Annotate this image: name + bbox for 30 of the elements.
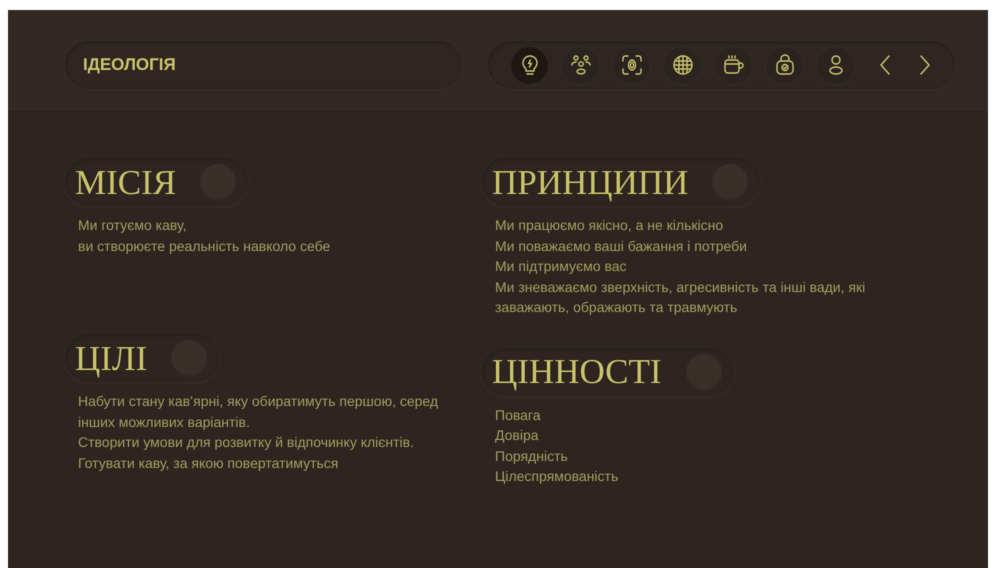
nav-button[interactable]	[766, 46, 803, 84]
nav-button[interactable]	[511, 46, 548, 84]
section-text: Набути стану кав’ярні, яку обиратимуть першою, серед інших можливих варіантів.	[78, 392, 440, 432]
section-text: Ми готуємо каву,	[78, 216, 188, 235]
section-text: ви створюєте реальність навколо себе	[78, 236, 332, 256]
section-text: Ми поважаємо ваші бажання і потреби	[495, 236, 748, 256]
section-title: ПРИНЦИПИ	[492, 164, 688, 200]
face-scan-icon	[620, 53, 644, 77]
nav-button[interactable]	[613, 46, 650, 84]
section-text: Створити умови для розвитку й відпочинку клієнтів.	[78, 433, 415, 452]
section-title: ЦІННОСТІ	[492, 354, 662, 389]
nav-button[interactable]	[664, 46, 701, 84]
section-text: Порядність	[495, 446, 569, 466]
nav-button[interactable]	[562, 46, 599, 84]
section-text: Ми зневажаємо зверхність, агресивність та інші вади, які заважають, ображають та травмують	[495, 278, 866, 317]
chevron-left-icon	[878, 53, 892, 77]
page-title: ІДЕОЛОГІЯ	[65, 41, 462, 89]
nav-button[interactable]	[715, 46, 752, 84]
people-icon	[568, 53, 592, 77]
section-text: Повага	[495, 406, 542, 424]
chevron-right-icon	[918, 53, 932, 77]
section-text: Готувати каву, за якою повертатимуться	[78, 454, 340, 473]
section-title: МІСІЯ	[75, 164, 176, 200]
section-text: Ми працюємо якісно, а не кількісно	[495, 216, 724, 235]
nav-button[interactable]	[817, 46, 854, 84]
section-text: Цілеспрямованість	[495, 467, 620, 486]
section-text: Довіра	[495, 426, 540, 445]
globe-icon	[670, 53, 694, 77]
section-title: ЦІЛІ	[75, 340, 148, 376]
section-text: Ми підтримуємо вас	[495, 257, 628, 276]
